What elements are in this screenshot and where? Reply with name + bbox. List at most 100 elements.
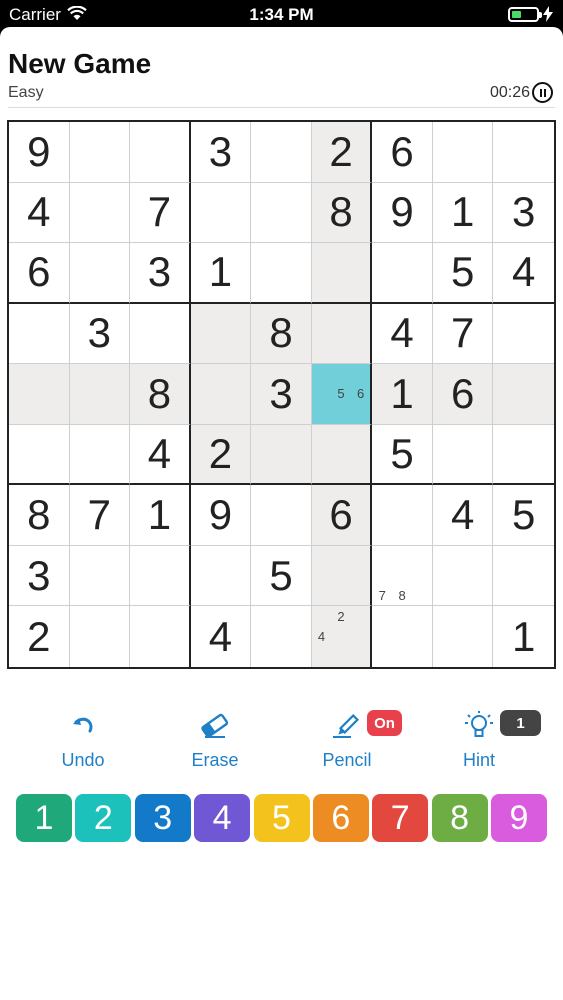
battery-icon	[508, 7, 542, 22]
number-button-9[interactable]: 9	[491, 794, 547, 842]
sudoku-cell-r9c9[interactable]: 1	[493, 606, 554, 667]
sudoku-cell-r1c1[interactable]: 9	[9, 122, 70, 183]
sudoku-cell-r1c8[interactable]	[432, 122, 494, 183]
number-button-2[interactable]: 2	[75, 794, 132, 842]
clock: 1:34 PM	[249, 5, 314, 24]
sudoku-cell-r8c2[interactable]	[69, 545, 131, 607]
sudoku-cell-r5c5[interactable]: 3	[251, 364, 312, 425]
sudoku-cell-r5c4[interactable]	[190, 364, 252, 425]
sudoku-cell-r8c6[interactable]	[311, 545, 373, 607]
sudoku-cell-r1c4[interactable]: 3	[190, 122, 252, 183]
sudoku-cell-r7c3[interactable]: 1	[130, 485, 191, 546]
sudoku-cell-r5c7[interactable]: 1	[372, 364, 433, 425]
number-button-3[interactable]: 3	[134, 794, 191, 842]
undo-icon	[73, 717, 93, 733]
sudoku-cell-r4c3[interactable]	[130, 303, 191, 365]
sudoku-cell-r9c6[interactable]: 24	[311, 606, 373, 667]
pencil-icon	[333, 713, 360, 738]
sudoku-cell-r3c6[interactable]	[311, 243, 373, 304]
sudoku-cell-r1c6[interactable]: 2	[311, 122, 373, 183]
undo-button[interactable]: Undo	[33, 706, 133, 776]
sudoku-cell-r6c7[interactable]: 5	[372, 424, 433, 486]
sudoku-cell-r3c4[interactable]: 1	[190, 243, 252, 304]
sudoku-cell-r2c8[interactable]: 1	[432, 182, 494, 244]
sudoku-cell-r5c6[interactable]: 56	[311, 364, 373, 425]
sudoku-cell-r3c9[interactable]: 4	[493, 243, 554, 304]
sudoku-cell-r1c2[interactable]	[69, 122, 131, 183]
sudoku-cell-r8c9[interactable]	[493, 546, 554, 607]
number-button-1[interactable]: 1	[16, 794, 72, 842]
sudoku-cell-r6c5[interactable]	[251, 424, 312, 486]
sudoku-cell-r3c1[interactable]: 6	[9, 243, 70, 304]
game-timer: 00:26	[489, 84, 530, 101]
sudoku-cell-r2c1[interactable]: 4	[9, 182, 70, 244]
sudoku-cell-r6c4[interactable]: 2	[190, 424, 252, 486]
sudoku-cell-r8c5[interactable]: 5	[251, 545, 312, 607]
sudoku-cell-r7c2[interactable]: 7	[69, 485, 131, 546]
sudoku-cell-r4c6[interactable]	[311, 303, 373, 365]
sudoku-cell-r3c8[interactable]: 5	[432, 243, 494, 304]
sudoku-cell-r9c3[interactable]	[130, 606, 191, 667]
sudoku-cell-r2c7[interactable]: 9	[372, 182, 433, 244]
sudoku-cell-r9c1[interactable]: 2	[9, 606, 70, 667]
sudoku-cell-r7c5[interactable]	[251, 485, 312, 546]
sudoku-cell-r1c3[interactable]	[130, 122, 191, 183]
sudoku-cell-r8c4[interactable]	[190, 545, 252, 607]
sudoku-cell-r2c5[interactable]	[251, 182, 312, 244]
sudoku-cell-r8c7[interactable]: 78	[372, 545, 433, 607]
pencil-note: 7	[378, 588, 386, 603]
sudoku-cell-r4c8[interactable]: 7	[432, 303, 494, 365]
sudoku-cell-r4c5[interactable]: 8	[251, 303, 312, 365]
sudoku-cell-r2c9[interactable]: 3	[493, 183, 554, 244]
sudoku-cell-r6c1[interactable]	[9, 424, 70, 486]
number-button-6[interactable]: 6	[312, 794, 369, 842]
sudoku-cell-r4c7[interactable]: 4	[372, 303, 433, 365]
pause-icon[interactable]	[532, 82, 553, 103]
sudoku-cell-r7c6[interactable]: 6	[311, 485, 373, 546]
sudoku-cell-r5c2[interactable]	[69, 364, 131, 425]
sudoku-cell-r6c6[interactable]	[311, 424, 373, 486]
number-button-7[interactable]: 7	[372, 794, 429, 842]
sudoku-cell-r1c5[interactable]	[251, 122, 312, 183]
sudoku-cell-r4c1[interactable]	[9, 303, 70, 365]
sudoku-cell-r7c7[interactable]	[372, 485, 433, 546]
sudoku-cell-r4c9[interactable]	[493, 304, 554, 365]
sudoku-cell-r6c8[interactable]	[432, 424, 494, 486]
sudoku-cell-r6c3[interactable]: 4	[130, 424, 191, 486]
sudoku-cell-r3c3[interactable]: 3	[130, 243, 191, 304]
sudoku-cell-r1c9[interactable]	[493, 122, 554, 183]
sudoku-cell-r8c8[interactable]	[432, 545, 494, 607]
sudoku-cell-r5c8[interactable]: 6	[432, 364, 494, 425]
sudoku-cell-r4c4[interactable]	[190, 303, 252, 365]
sudoku-cell-r6c9[interactable]	[493, 425, 554, 486]
sudoku-cell-r7c8[interactable]: 4	[432, 485, 494, 546]
hint-count-badge: 1	[500, 710, 541, 736]
sudoku-cell-r9c4[interactable]: 4	[191, 606, 252, 667]
sudoku-cell-r8c3[interactable]	[130, 545, 191, 607]
sudoku-cell-r9c8[interactable]	[433, 606, 494, 667]
sudoku-cell-r2c3[interactable]: 7	[130, 182, 191, 244]
sudoku-cell-r4c2[interactable]: 3	[69, 303, 131, 365]
sudoku-cell-r3c2[interactable]	[69, 243, 131, 304]
sudoku-cell-r9c5[interactable]	[251, 606, 312, 667]
sudoku-cell-r7c1[interactable]: 8	[9, 485, 70, 546]
sudoku-cell-r3c5[interactable]	[251, 243, 312, 304]
sudoku-cell-r8c1[interactable]: 3	[9, 545, 70, 607]
number-button-5[interactable]: 5	[253, 794, 310, 842]
sudoku-cell-r9c2[interactable]	[70, 606, 131, 667]
erase-button[interactable]: Erase	[165, 706, 265, 776]
sudoku-cell-r1c7[interactable]: 6	[372, 122, 433, 183]
sudoku-cell-r6c2[interactable]	[69, 424, 131, 486]
sudoku-cell-r2c6[interactable]: 8	[311, 182, 373, 244]
number-button-4[interactable]: 4	[194, 794, 251, 842]
sudoku-cell-r5c3[interactable]: 8	[130, 364, 191, 425]
sudoku-cell-r9c7[interactable]	[372, 606, 433, 667]
sudoku-cell-r2c4[interactable]	[190, 182, 252, 244]
sudoku-cell-r7c4[interactable]: 9	[190, 485, 252, 546]
sudoku-cell-r2c2[interactable]	[69, 182, 131, 244]
sudoku-cell-r5c1[interactable]	[9, 364, 70, 425]
sudoku-cell-r7c9[interactable]: 5	[493, 485, 554, 546]
number-button-8[interactable]: 8	[431, 794, 488, 842]
sudoku-cell-r5c9[interactable]	[493, 364, 554, 425]
sudoku-cell-r3c7[interactable]	[372, 243, 433, 304]
